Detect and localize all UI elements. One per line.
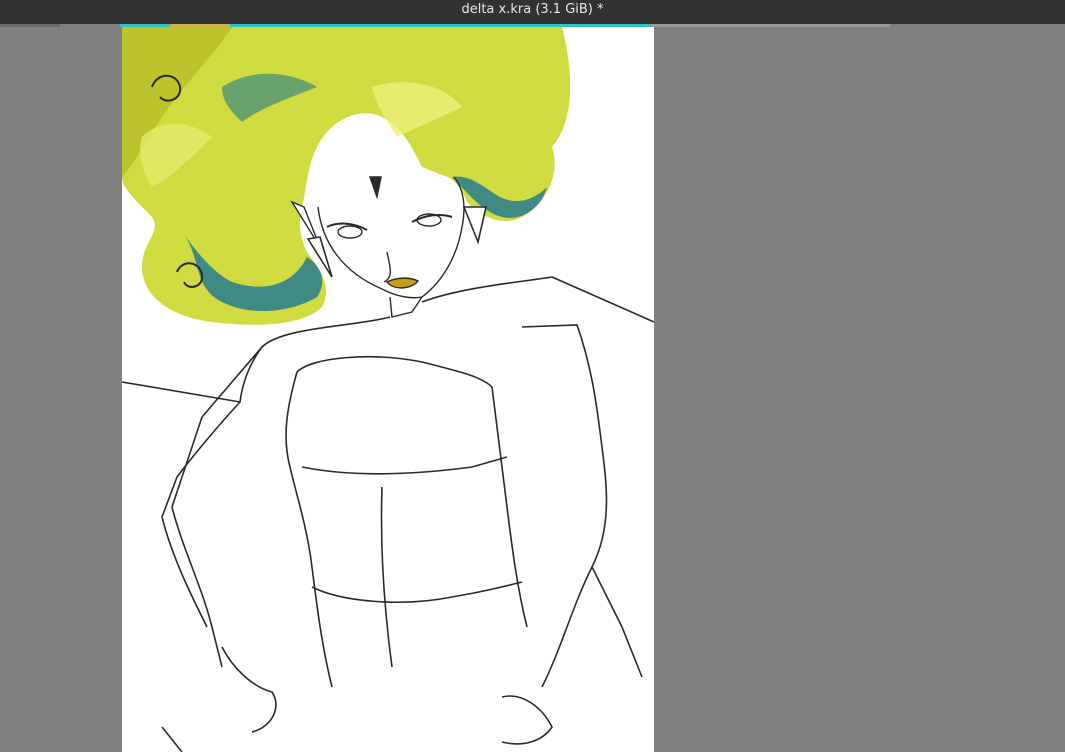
document-canvas[interactable] xyxy=(122,27,654,752)
body-lineart xyxy=(122,276,654,752)
hair-shape xyxy=(122,27,571,325)
window-titlebar[interactable]: delta x.kra (3.1 GiB) * xyxy=(0,0,1065,24)
window-title: delta x.kra (3.1 GiB) * xyxy=(461,2,604,17)
artwork-drawing xyxy=(122,27,654,752)
canvas-viewport[interactable] xyxy=(0,27,1065,752)
